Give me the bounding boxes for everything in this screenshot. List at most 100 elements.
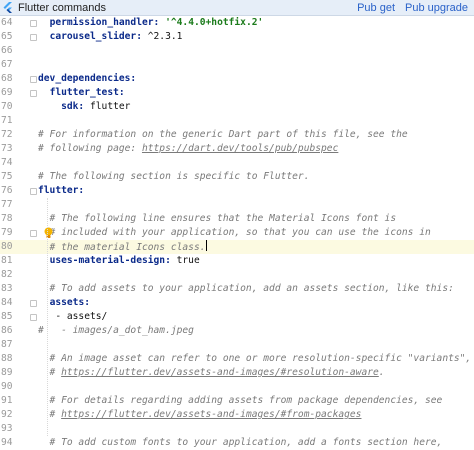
flutter-logo-icon bbox=[3, 1, 12, 13]
code-editor[interactable]: 64 permission_handler: '^4.4.0+hotfix.2'… bbox=[0, 16, 474, 448]
code-token: assets: bbox=[49, 297, 90, 308]
fold-marker-icon[interactable] bbox=[30, 230, 37, 237]
line-number: 79 bbox=[1, 227, 13, 238]
line-number: 64 bbox=[1, 17, 13, 28]
line-number: 89 bbox=[1, 367, 13, 378]
line-number: 66 bbox=[1, 45, 13, 56]
code-line[interactable]: 75 # The following section is specific to… bbox=[0, 170, 474, 184]
line-number: 73 bbox=[1, 143, 13, 154]
fold-marker-icon[interactable] bbox=[30, 20, 37, 27]
code-line[interactable]: 81 uses-material-design: true bbox=[0, 254, 474, 268]
code-token: uses-material-design: bbox=[49, 255, 171, 266]
line-number: 92 bbox=[1, 409, 13, 420]
code-line[interactable]: 87 bbox=[0, 338, 474, 352]
code-line[interactable]: 90 bbox=[0, 380, 474, 394]
code-token: sdk: bbox=[61, 101, 85, 112]
code-text: dev_dependencies: bbox=[38, 72, 136, 86]
code-text: # To add assets to your application, add… bbox=[38, 282, 454, 296]
code-token: # For details regarding adding assets fr… bbox=[38, 395, 443, 406]
line-number: 85 bbox=[1, 311, 13, 322]
code-line[interactable]: 73 # following page: https://dart.dev/too… bbox=[0, 142, 474, 156]
line-number: 78 bbox=[1, 213, 13, 224]
line-number: 91 bbox=[1, 395, 13, 406]
pub-get-link[interactable]: Pub get bbox=[357, 2, 395, 14]
code-text: # The following section is specific to F… bbox=[38, 170, 309, 184]
line-number: 69 bbox=[1, 87, 13, 98]
code-text: - assets/ bbox=[38, 310, 107, 324]
code-token: permission_handler: bbox=[49, 17, 160, 28]
code-token: # An image asset can refer to one or mor… bbox=[38, 353, 474, 364]
code-line[interactable]: 76 flutter: bbox=[0, 184, 474, 198]
code-text: # An image asset can refer to one or mor… bbox=[38, 352, 474, 366]
code-line[interactable]: 93 bbox=[0, 422, 474, 436]
line-number: 86 bbox=[1, 325, 13, 336]
code-token: # bbox=[38, 409, 62, 420]
fold-marker-icon[interactable] bbox=[30, 188, 37, 195]
line-number: 70 bbox=[1, 101, 13, 112]
code-line[interactable]: 71 bbox=[0, 114, 474, 128]
lightbulb-icon[interactable] bbox=[43, 227, 54, 239]
code-line[interactable]: 77 bbox=[0, 198, 474, 212]
code-line[interactable]: 84 assets: bbox=[0, 296, 474, 310]
code-text: # https://flutter.dev/assets-and-images/… bbox=[38, 408, 362, 422]
code-line[interactable]: 67 bbox=[0, 58, 474, 72]
line-number: 65 bbox=[1, 31, 13, 42]
code-line[interactable]: 69 flutter_test: bbox=[0, 86, 474, 100]
line-number: 93 bbox=[1, 423, 13, 434]
code-text: sdk: flutter bbox=[38, 100, 130, 114]
code-token: # To add assets to your application, add… bbox=[38, 283, 454, 294]
code-line[interactable]: 85 - assets/ bbox=[0, 310, 474, 324]
code-line[interactable]: 64 permission_handler: '^4.4.0+hotfix.2' bbox=[0, 16, 474, 30]
code-text: flutter_test: bbox=[38, 86, 125, 100]
code-link[interactable]: https://dart.dev/tools/pub/pubspec bbox=[142, 143, 338, 154]
code-line[interactable]: 80 # the material Icons class. bbox=[0, 240, 474, 254]
code-token: # bbox=[38, 367, 62, 378]
code-line[interactable]: 94 # To add custom fonts to your applica… bbox=[0, 436, 474, 450]
text-caret bbox=[205, 240, 207, 251]
line-number: 90 bbox=[1, 381, 13, 392]
code-text: carousel_slider: ^2.3.1 bbox=[38, 30, 183, 44]
code-line[interactable]: 66 bbox=[0, 44, 474, 58]
code-token: ^2.3.1 bbox=[141, 31, 183, 42]
code-line[interactable]: 89 # https://flutter.dev/assets-and-imag… bbox=[0, 366, 474, 380]
line-number: 71 bbox=[1, 115, 13, 126]
code-token: flutter_test: bbox=[49, 87, 125, 98]
code-line[interactable]: 78 # The following line ensures that the… bbox=[0, 212, 474, 226]
code-line[interactable]: 68 dev_dependencies: bbox=[0, 72, 474, 86]
fold-marker-icon[interactable] bbox=[30, 76, 37, 83]
code-line[interactable]: 86 # - images/a_dot_ham.jpeg bbox=[0, 324, 474, 338]
code-line[interactable]: 88 # An image asset can refer to one or … bbox=[0, 352, 474, 366]
bar-title: Flutter commands bbox=[18, 1, 107, 14]
pub-upgrade-link[interactable]: Pub upgrade bbox=[405, 2, 468, 14]
line-number: 67 bbox=[1, 59, 13, 70]
code-text: assets: bbox=[38, 296, 90, 310]
line-number: 80 bbox=[1, 241, 13, 252]
code-line[interactable]: 82 bbox=[0, 268, 474, 282]
line-number: 87 bbox=[1, 339, 13, 350]
code-text: permission_handler: '^4.4.0+hotfix.2' bbox=[38, 16, 264, 30]
fold-marker-icon[interactable] bbox=[30, 34, 37, 41]
code-line[interactable]: 65 carousel_slider: ^2.3.1 bbox=[0, 30, 474, 44]
code-line[interactable]: 74 bbox=[0, 156, 474, 170]
line-number: 77 bbox=[1, 199, 13, 210]
code-line[interactable]: 91 # For details regarding adding assets… bbox=[0, 394, 474, 408]
code-token: # The following section is specific to F… bbox=[38, 171, 310, 182]
code-text: # For information on the generic Dart pa… bbox=[38, 128, 408, 142]
code-text: flutter: bbox=[38, 184, 84, 198]
code-token: # following page: bbox=[38, 143, 142, 154]
fold-marker-icon[interactable] bbox=[30, 90, 37, 97]
code-link[interactable]: https://flutter.dev/assets-and-images/#r… bbox=[61, 367, 379, 378]
indent-guide bbox=[47, 198, 48, 436]
fold-marker-icon[interactable] bbox=[30, 300, 37, 307]
code-line[interactable]: 79 # included with your application, so … bbox=[0, 226, 474, 240]
code-line[interactable]: 92 # https://flutter.dev/assets-and-imag… bbox=[0, 408, 474, 422]
code-line[interactable]: 83 # To add assets to your application, … bbox=[0, 282, 474, 296]
code-link[interactable]: https://flutter.dev/assets-and-images/#f… bbox=[61, 409, 361, 420]
code-line[interactable]: 72 # For information on the generic Dart … bbox=[0, 128, 474, 142]
line-number: 68 bbox=[1, 73, 13, 84]
fold-marker-icon[interactable] bbox=[30, 314, 37, 321]
code-line[interactable]: 70 sdk: flutter bbox=[0, 100, 474, 114]
